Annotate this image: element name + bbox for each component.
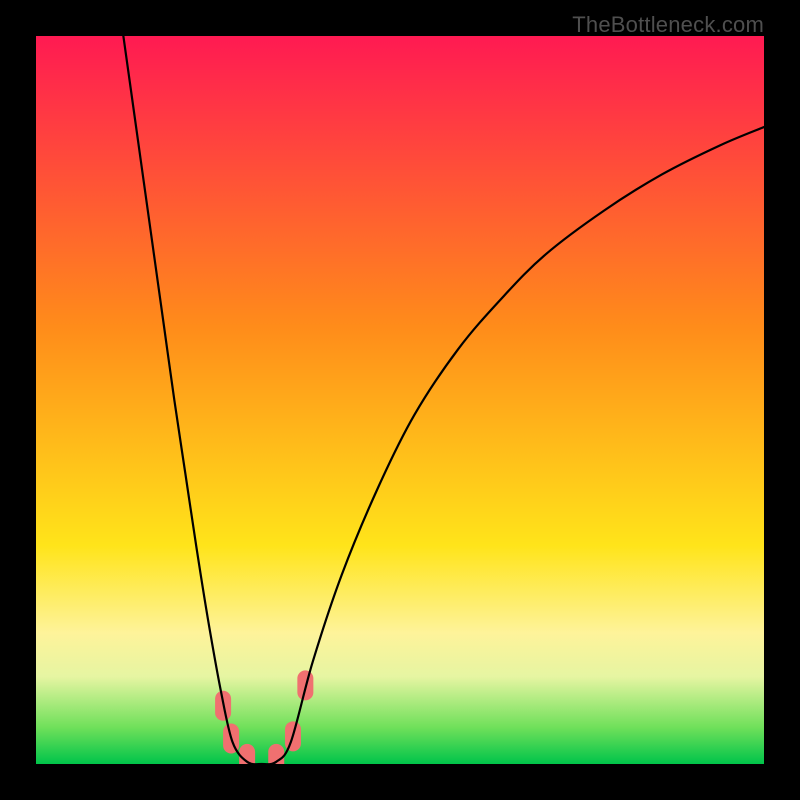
chart-frame: TheBottleneck.com (0, 0, 800, 800)
chart-background (36, 36, 764, 764)
chart-plot-area (36, 36, 764, 764)
attribution-label: TheBottleneck.com (572, 12, 764, 38)
chart-svg (36, 36, 764, 764)
